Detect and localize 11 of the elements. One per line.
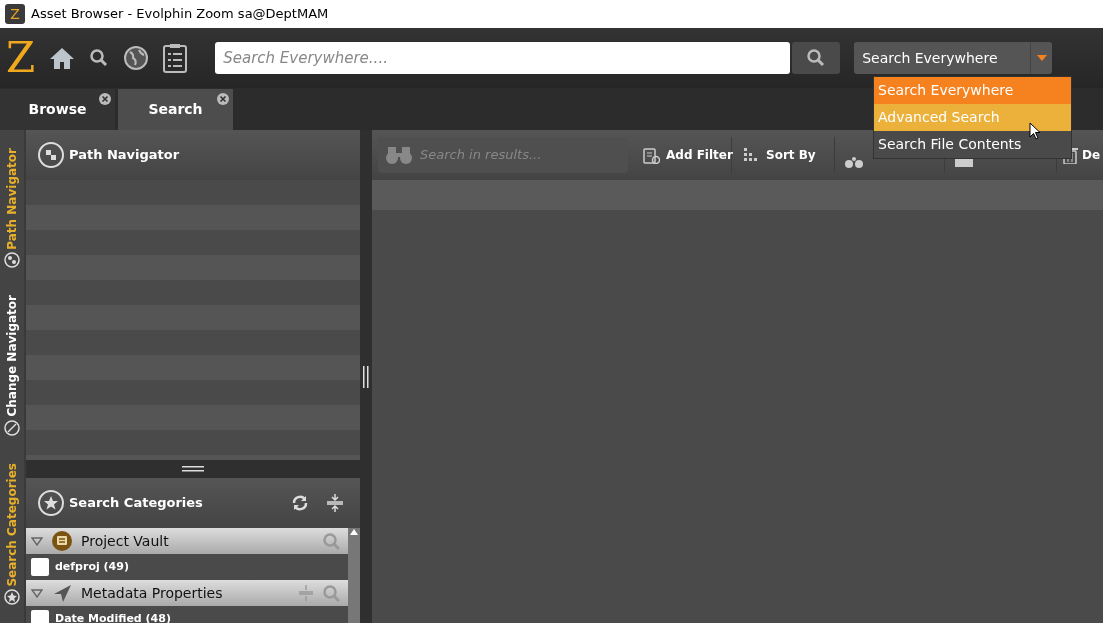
- window-title: Asset Browser - Evolphin Zoom sa@DeptMAM: [31, 5, 329, 24]
- panel-title: Path Navigator: [69, 146, 180, 165]
- item-label: Date Modified (48): [55, 610, 171, 623]
- logo: Z: [6, 37, 36, 79]
- scope-value: Search Everywhere: [862, 48, 998, 68]
- app-icon: Z: [5, 4, 25, 24]
- panel-title: Search Categories: [69, 494, 203, 513]
- group-label: Project Vault: [81, 531, 169, 551]
- group-label: Metadata Properties: [81, 583, 223, 603]
- placeholder-text: Search in results...: [420, 146, 542, 165]
- item-label: defproj (49): [55, 558, 129, 575]
